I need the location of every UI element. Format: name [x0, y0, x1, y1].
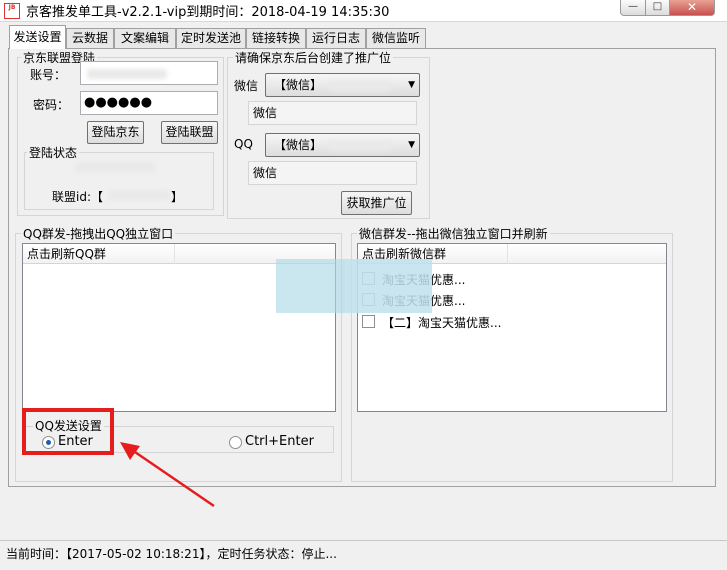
qq-promo-label: QQ: [234, 137, 253, 151]
wechat-item-checkbox[interactable]: [362, 315, 375, 328]
title-bar: JB 京客推发单工具-v2.2.1-vip到期时间：2018-04-19 14:…: [0, 0, 727, 22]
password-input[interactable]: ●●●●●●: [80, 91, 218, 115]
qq-promo-display: 微信: [248, 161, 417, 185]
account-label: 账号：: [30, 68, 67, 82]
status-bar: 当前时间：【2017-05-02 10:18:21】，定时任务状态：停止...: [0, 540, 727, 570]
close-button[interactable]: ✕: [669, 0, 715, 16]
annotation-highlight-box: [22, 408, 114, 455]
login-status-redacted: [75, 162, 155, 172]
minimize-button[interactable]: —: [620, 0, 646, 16]
login-jd-button[interactable]: 登陆京东: [87, 121, 144, 144]
union-id-label: 联盟id:【: [52, 190, 103, 204]
union-id-close: 】: [171, 190, 184, 204]
maximize-button[interactable]: □: [645, 0, 670, 16]
wechat-item-label: 【二】淘宝天猫优惠...: [382, 316, 502, 330]
wechat-group-title: 微信群发--拖出微信独立窗口并刷新: [357, 225, 550, 242]
drag-overlay-right: [345, 259, 432, 313]
qq-promo-select-value: 【微信】: [274, 138, 323, 152]
app-icon: JB: [4, 3, 20, 19]
qq-group-title: QQ群发-拖拽出QQ独立窗口: [21, 225, 176, 242]
account-redacted: [87, 69, 167, 79]
ctrl-enter-radio[interactable]: [229, 436, 242, 449]
annotation-arrow-icon: [120, 442, 215, 508]
wechat-promo-select[interactable]: 【微信】 ▼: [265, 73, 420, 97]
tab-copy-edit[interactable]: 文案编辑: [114, 28, 176, 48]
login-union-button[interactable]: 登陆联盟: [161, 121, 218, 144]
chevron-down-icon: ▼: [408, 140, 415, 150]
tab-scheduled-pool[interactable]: 定时发送池: [176, 28, 246, 48]
account-input[interactable]: [80, 61, 218, 85]
password-label: 密码：: [33, 98, 70, 112]
qq-promo-select[interactable]: 【微信】 ▼: [265, 133, 420, 157]
login-status-title: 登陆状态: [27, 144, 80, 161]
tab-run-log[interactable]: 运行日志: [306, 28, 366, 48]
chevron-down-icon: ▼: [408, 80, 415, 90]
wechat-promo-display: 微信: [248, 101, 417, 125]
tab-cloud-data[interactable]: 云数据: [66, 28, 114, 48]
wechat-promo-label: 微信: [234, 79, 259, 93]
tab-link-convert[interactable]: 链接转换: [246, 28, 306, 48]
fetch-promo-button[interactable]: 获取推广位: [341, 191, 412, 215]
wechat-promo-select-value: 【微信】: [274, 78, 323, 92]
ctrl-enter-label: Ctrl+Enter: [245, 434, 314, 449]
union-id-redacted: [108, 190, 170, 200]
tab-wechat-monitor[interactable]: 微信监听: [366, 28, 426, 48]
tab-send-settings[interactable]: 发送设置: [9, 25, 66, 49]
wechat-select-redacted: [328, 81, 392, 91]
list-item[interactable]: 【二】淘宝天猫优惠...: [362, 312, 662, 332]
window-title: 京客推发单工具-v2.2.1-vip到期时间：2018-04-19 14:35:…: [26, 5, 390, 20]
promo-group-title: 请确保京东后台创建了推广位: [233, 49, 394, 66]
qq-select-redacted: [328, 141, 392, 151]
qq-refresh-header[interactable]: 点击刷新QQ群: [23, 244, 175, 264]
